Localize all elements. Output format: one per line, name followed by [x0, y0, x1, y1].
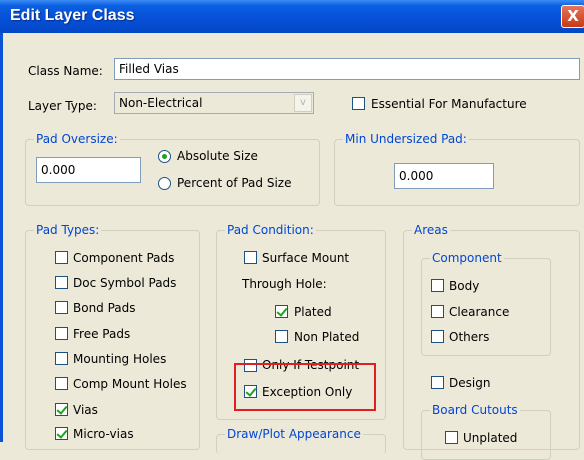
draw-plot-title: Draw/Plot Appearance [225, 427, 363, 441]
non-plated-checkbox[interactable] [275, 330, 288, 343]
essential-checkbox[interactable] [352, 97, 365, 110]
percent-of-pad-size-radio[interactable] [158, 177, 171, 190]
component-pads-label: Component Pads [73, 251, 175, 265]
free-pads-checkbox[interactable] [55, 327, 68, 340]
through-hole-label: Through Hole: [242, 277, 327, 291]
free-pads-label: Free Pads [73, 327, 131, 341]
pad-oversize-title: Pad Oversize: [34, 132, 120, 146]
clearance-label: Clearance [449, 305, 510, 319]
exception-only-highlight [234, 363, 376, 411]
window-title: Edit Layer Class [10, 7, 135, 24]
percent-of-pad-size-label: Percent of Pad Size [177, 176, 292, 190]
pad-types-title: Pad Types: [34, 223, 102, 237]
design-checkbox[interactable] [431, 376, 444, 389]
doc-symbol-pads-label: Doc Symbol Pads [73, 276, 177, 290]
vias-label: Vias [73, 403, 98, 417]
layer-type-value: Non-Electrical [119, 96, 203, 110]
vias-checkbox[interactable] [55, 403, 68, 416]
class-name-input[interactable]: Filled Vias [114, 58, 580, 80]
absolute-size-radio[interactable] [158, 150, 171, 163]
surface-mount-checkbox[interactable] [244, 251, 257, 264]
min-undersized-title: Min Undersized Pad: [343, 132, 469, 146]
plated-label: Plated [294, 305, 332, 319]
essential-label: Essential For Manufacture [371, 97, 527, 111]
layer-type-label: Layer Type: [28, 99, 97, 113]
areas-title: Areas [412, 223, 450, 237]
class-name-label: Class Name: [28, 64, 103, 78]
non-plated-label: Non Plated [294, 330, 360, 344]
plated-checkbox[interactable] [275, 305, 288, 318]
surface-mount-label: Surface Mount [262, 251, 350, 265]
draw-plot-group: Draw/Plot Appearance [216, 427, 386, 454]
component-title: Component [430, 251, 504, 265]
others-label: Others [449, 330, 490, 344]
chevron-down-icon[interactable]: v [294, 94, 312, 112]
pad-oversize-input[interactable]: 0.000 [36, 157, 141, 183]
body-checkbox[interactable] [431, 279, 444, 292]
micro-vias-checkbox[interactable] [55, 427, 68, 440]
bond-pads-checkbox[interactable] [55, 301, 68, 314]
unplated-checkbox[interactable] [445, 431, 458, 444]
comp-mount-holes-checkbox[interactable] [55, 377, 68, 390]
component-pads-checkbox[interactable] [55, 251, 68, 264]
title-bar[interactable]: Edit Layer Class X [0, 0, 584, 33]
mounting-holes-label: Mounting Holes [73, 352, 167, 366]
clearance-checkbox[interactable] [431, 305, 444, 318]
layer-type-select[interactable]: Non-Electrical v [114, 92, 314, 114]
close-button[interactable]: X [561, 5, 584, 28]
doc-symbol-pads-checkbox[interactable] [55, 276, 68, 289]
design-label: Design [449, 376, 491, 390]
close-icon: X [567, 7, 579, 25]
body-label: Body [449, 279, 480, 293]
min-undersized-input[interactable]: 0.000 [394, 163, 494, 189]
unplated-label: Unplated [463, 431, 518, 445]
board-cutouts-title: Board Cutouts [430, 403, 520, 417]
bond-pads-label: Bond Pads [73, 301, 136, 315]
comp-mount-holes-label: Comp Mount Holes [73, 377, 187, 391]
pad-condition-title: Pad Condition: [225, 223, 316, 237]
dialog-body: Class Name: Filled Vias Layer Type: Non-… [0, 33, 584, 460]
absolute-size-label: Absolute Size [177, 149, 258, 163]
mounting-holes-checkbox[interactable] [55, 352, 68, 365]
others-checkbox[interactable] [431, 330, 444, 343]
micro-vias-label: Micro-vias [73, 427, 134, 441]
